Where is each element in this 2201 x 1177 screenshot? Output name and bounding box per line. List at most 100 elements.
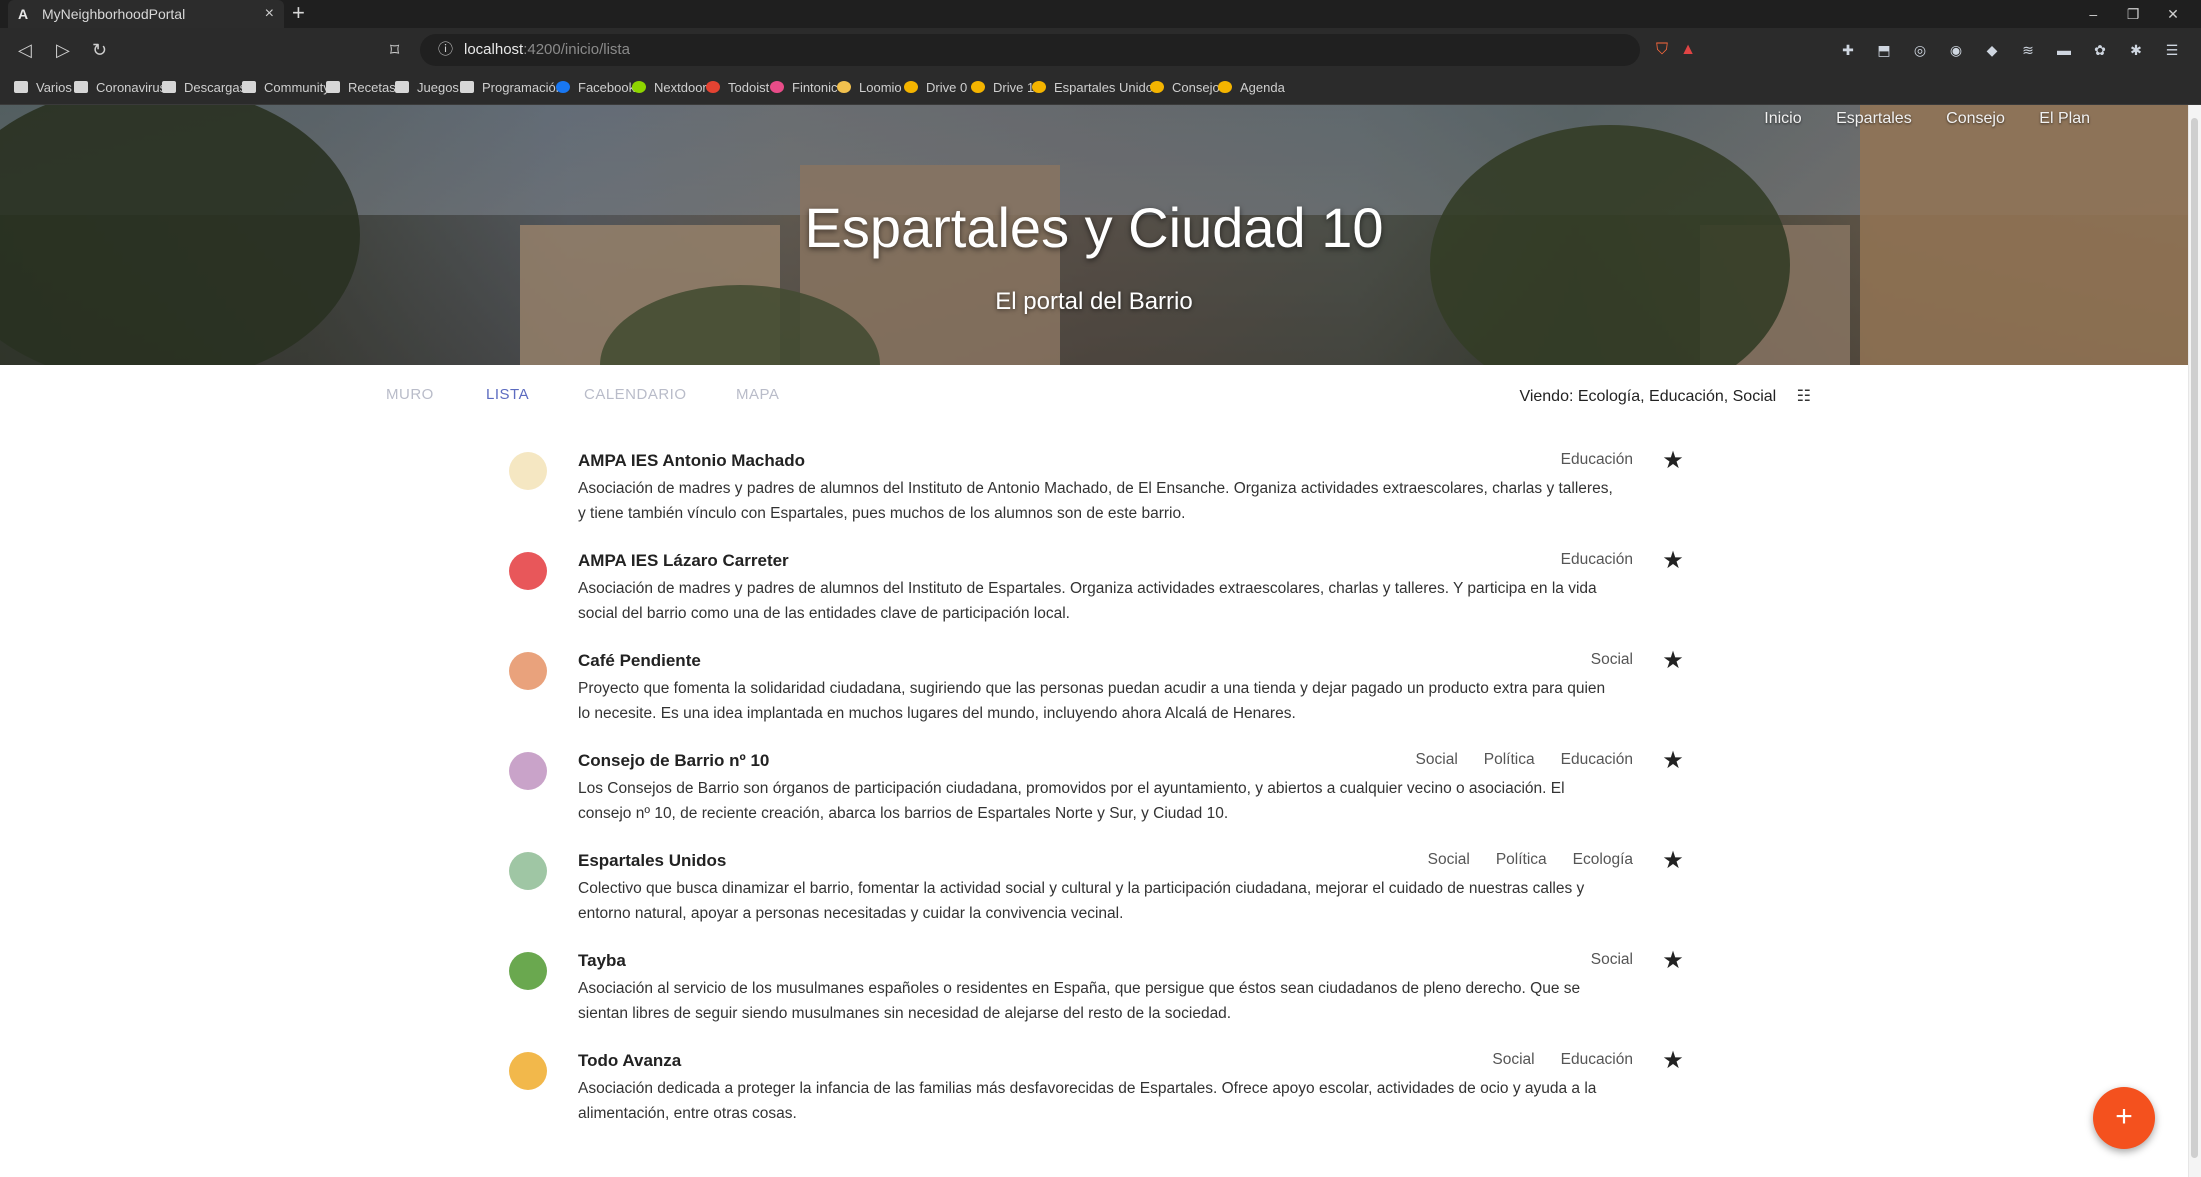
- bookmark-item[interactable]: Nextdoor: [632, 72, 707, 104]
- bookmark-item[interactable]: Descargas: [162, 72, 246, 104]
- tab-muro[interactable]: MURO: [386, 386, 434, 403]
- minimize-button[interactable]: –: [2075, 0, 2111, 28]
- site-info-icon[interactable]: ⓘ: [438, 34, 453, 66]
- bookmark-item[interactable]: Recetas: [326, 72, 396, 104]
- address-bar[interactable]: ⓘ localhost:4200/inicio/lista ⛉ ▲: [420, 34, 1696, 66]
- list-item[interactable]: Café Pendiente Proyecto que fomenta la so…: [505, 646, 1685, 736]
- bookmark-label: Recetas: [348, 80, 396, 95]
- nav-espartales[interactable]: Espartales: [1836, 105, 1912, 133]
- entity-logo: [509, 652, 547, 690]
- favorite-star-icon[interactable]: ★: [1661, 746, 1685, 775]
- drive-icon: [904, 81, 918, 93]
- list-item[interactable]: Todo Avanza Asociación dedicada a protege…: [505, 1046, 1685, 1136]
- entity-logo: [509, 852, 547, 890]
- restore-button[interactable]: ❐: [2115, 0, 2151, 28]
- extension-icon[interactable]: ⬒: [1871, 28, 1897, 72]
- bookmark-item[interactable]: Fintonic: [770, 72, 838, 104]
- list-item[interactable]: Tayba Asociación al servicio de los musul…: [505, 946, 1685, 1036]
- favorite-star-icon[interactable]: ★: [1661, 446, 1685, 475]
- bookmark-item[interactable]: Todoist: [706, 72, 769, 104]
- bookmark-label: Drive 1: [993, 80, 1035, 95]
- scrollbar-thumb[interactable]: [2191, 118, 2198, 1158]
- list-item[interactable]: Espartales Unidos Colectivo que busca din…: [505, 846, 1685, 936]
- nav-el-plan[interactable]: El Plan: [2039, 105, 2090, 133]
- site-nav: Inicio Espartales Consejo El Plan: [1734, 105, 2090, 133]
- favorite-star-icon[interactable]: ★: [1661, 546, 1685, 575]
- tab-calendario[interactable]: CALENDARIO: [584, 386, 687, 403]
- bookmark-label: Varios: [36, 80, 72, 95]
- url-text: localhost:4200/inicio/lista: [464, 34, 630, 66]
- category-tag: Política: [1495, 851, 1547, 868]
- brave-shield-icon[interactable]: ⛉: [1656, 34, 1668, 66]
- brave-rewards-icon[interactable]: ▲: [1680, 34, 1696, 66]
- url-path: :4200/inicio/lista: [523, 41, 630, 58]
- extension-icon[interactable]: ☰: [2159, 28, 2185, 72]
- folder-icon: [14, 81, 28, 93]
- favorite-star-icon[interactable]: ★: [1661, 646, 1685, 675]
- category-tag: Educación: [1560, 451, 1633, 468]
- entity-logo: [509, 752, 547, 790]
- extension-icon[interactable]: ▬: [2051, 28, 2077, 72]
- tab-lista[interactable]: LISTA: [486, 386, 529, 403]
- bookmark-label: Fintonic: [792, 80, 838, 95]
- bookmark-page-icon[interactable]: ⌑: [390, 28, 399, 72]
- bookmark-item[interactable]: Programación: [460, 72, 563, 104]
- tab-title: MyNeighborhoodPortal: [42, 6, 186, 22]
- bookmark-label: Espartales Unidos: [1054, 80, 1160, 95]
- drive-icon: [971, 81, 985, 93]
- loomio-icon: [837, 81, 851, 93]
- extension-icon[interactable]: ≋: [2015, 28, 2041, 72]
- bookmark-item[interactable]: Espartales Unidos: [1032, 72, 1160, 104]
- extension-icon[interactable]: ◎: [1907, 28, 1933, 72]
- bookmark-item[interactable]: Facebook: [556, 72, 635, 104]
- category-tag: Social: [1427, 851, 1470, 868]
- entity-name[interactable]: Espartales Unidos: [578, 851, 726, 871]
- forward-icon[interactable]: ▷: [56, 28, 70, 72]
- entity-name[interactable]: Café Pendiente: [578, 651, 701, 671]
- close-window-button[interactable]: ✕: [2155, 0, 2191, 28]
- bookmark-item[interactable]: Drive 0: [904, 72, 967, 104]
- extension-icon[interactable]: ◆: [1979, 28, 2005, 72]
- bookmark-item[interactable]: Community: [242, 72, 330, 104]
- favorite-star-icon[interactable]: ★: [1661, 1046, 1685, 1075]
- nav-inicio[interactable]: Inicio: [1764, 105, 1801, 133]
- list-item[interactable]: AMPA IES Antonio Machado Asociación de ma…: [505, 446, 1685, 536]
- nav-consejo[interactable]: Consejo: [1946, 105, 2005, 133]
- tab-favicon-icon: A: [18, 6, 29, 22]
- extension-icon[interactable]: ✱: [2123, 28, 2149, 72]
- reload-icon[interactable]: ↻: [92, 28, 107, 72]
- entity-tags: Social Educación: [1466, 1051, 1633, 1069]
- entity-description: Asociación al servicio de los musulmanes…: [578, 980, 1581, 1022]
- entity-name[interactable]: AMPA IES Lázaro Carreter: [578, 551, 789, 571]
- bookmark-item[interactable]: Agenda: [1218, 72, 1285, 104]
- extension-icon[interactable]: ✿: [2087, 28, 2113, 72]
- bookmark-item[interactable]: Juegos: [395, 72, 459, 104]
- bookmark-item[interactable]: Consejo: [1150, 72, 1220, 104]
- bookmark-item[interactable]: Varios: [14, 72, 72, 104]
- bookmark-item[interactable]: Loomio: [837, 72, 902, 104]
- new-tab-button[interactable]: +: [292, 0, 305, 26]
- tab-close-icon[interactable]: ×: [265, 0, 274, 28]
- back-icon[interactable]: ◁: [18, 28, 32, 72]
- list-item[interactable]: AMPA IES Lázaro Carreter Asociación de ma…: [505, 546, 1685, 636]
- todoist-icon: [706, 81, 720, 93]
- bookmark-item[interactable]: Coronavirus: [74, 72, 166, 104]
- entity-tags: Educación: [1535, 451, 1633, 469]
- entity-name[interactable]: Tayba: [578, 951, 626, 971]
- favorite-star-icon[interactable]: ★: [1661, 946, 1685, 975]
- list-item[interactable]: Consejo de Barrio nº 10 Los Consejos de B…: [505, 746, 1685, 836]
- page-title: Espartales y Ciudad 10: [804, 196, 1384, 259]
- filter-settings-icon[interactable]: ☷: [1797, 386, 1811, 406]
- favorite-star-icon[interactable]: ★: [1661, 846, 1685, 875]
- extension-icon[interactable]: ✚: [1835, 28, 1861, 72]
- browser-tab[interactable]: A MyNeighborhoodPortal ×: [8, 0, 284, 28]
- entity-name[interactable]: AMPA IES Antonio Machado: [578, 451, 805, 471]
- bookmark-label: Community: [264, 80, 330, 95]
- extension-icon[interactable]: ◉: [1943, 28, 1969, 72]
- entity-name[interactable]: Consejo de Barrio nº 10: [578, 751, 769, 771]
- bookmark-item[interactable]: Drive 1: [971, 72, 1034, 104]
- entity-name[interactable]: Todo Avanza: [578, 1051, 681, 1071]
- tab-mapa[interactable]: MAPA: [736, 386, 779, 403]
- add-entity-button[interactable]: +: [2093, 1087, 2155, 1149]
- category-tag: Social: [1590, 951, 1633, 968]
